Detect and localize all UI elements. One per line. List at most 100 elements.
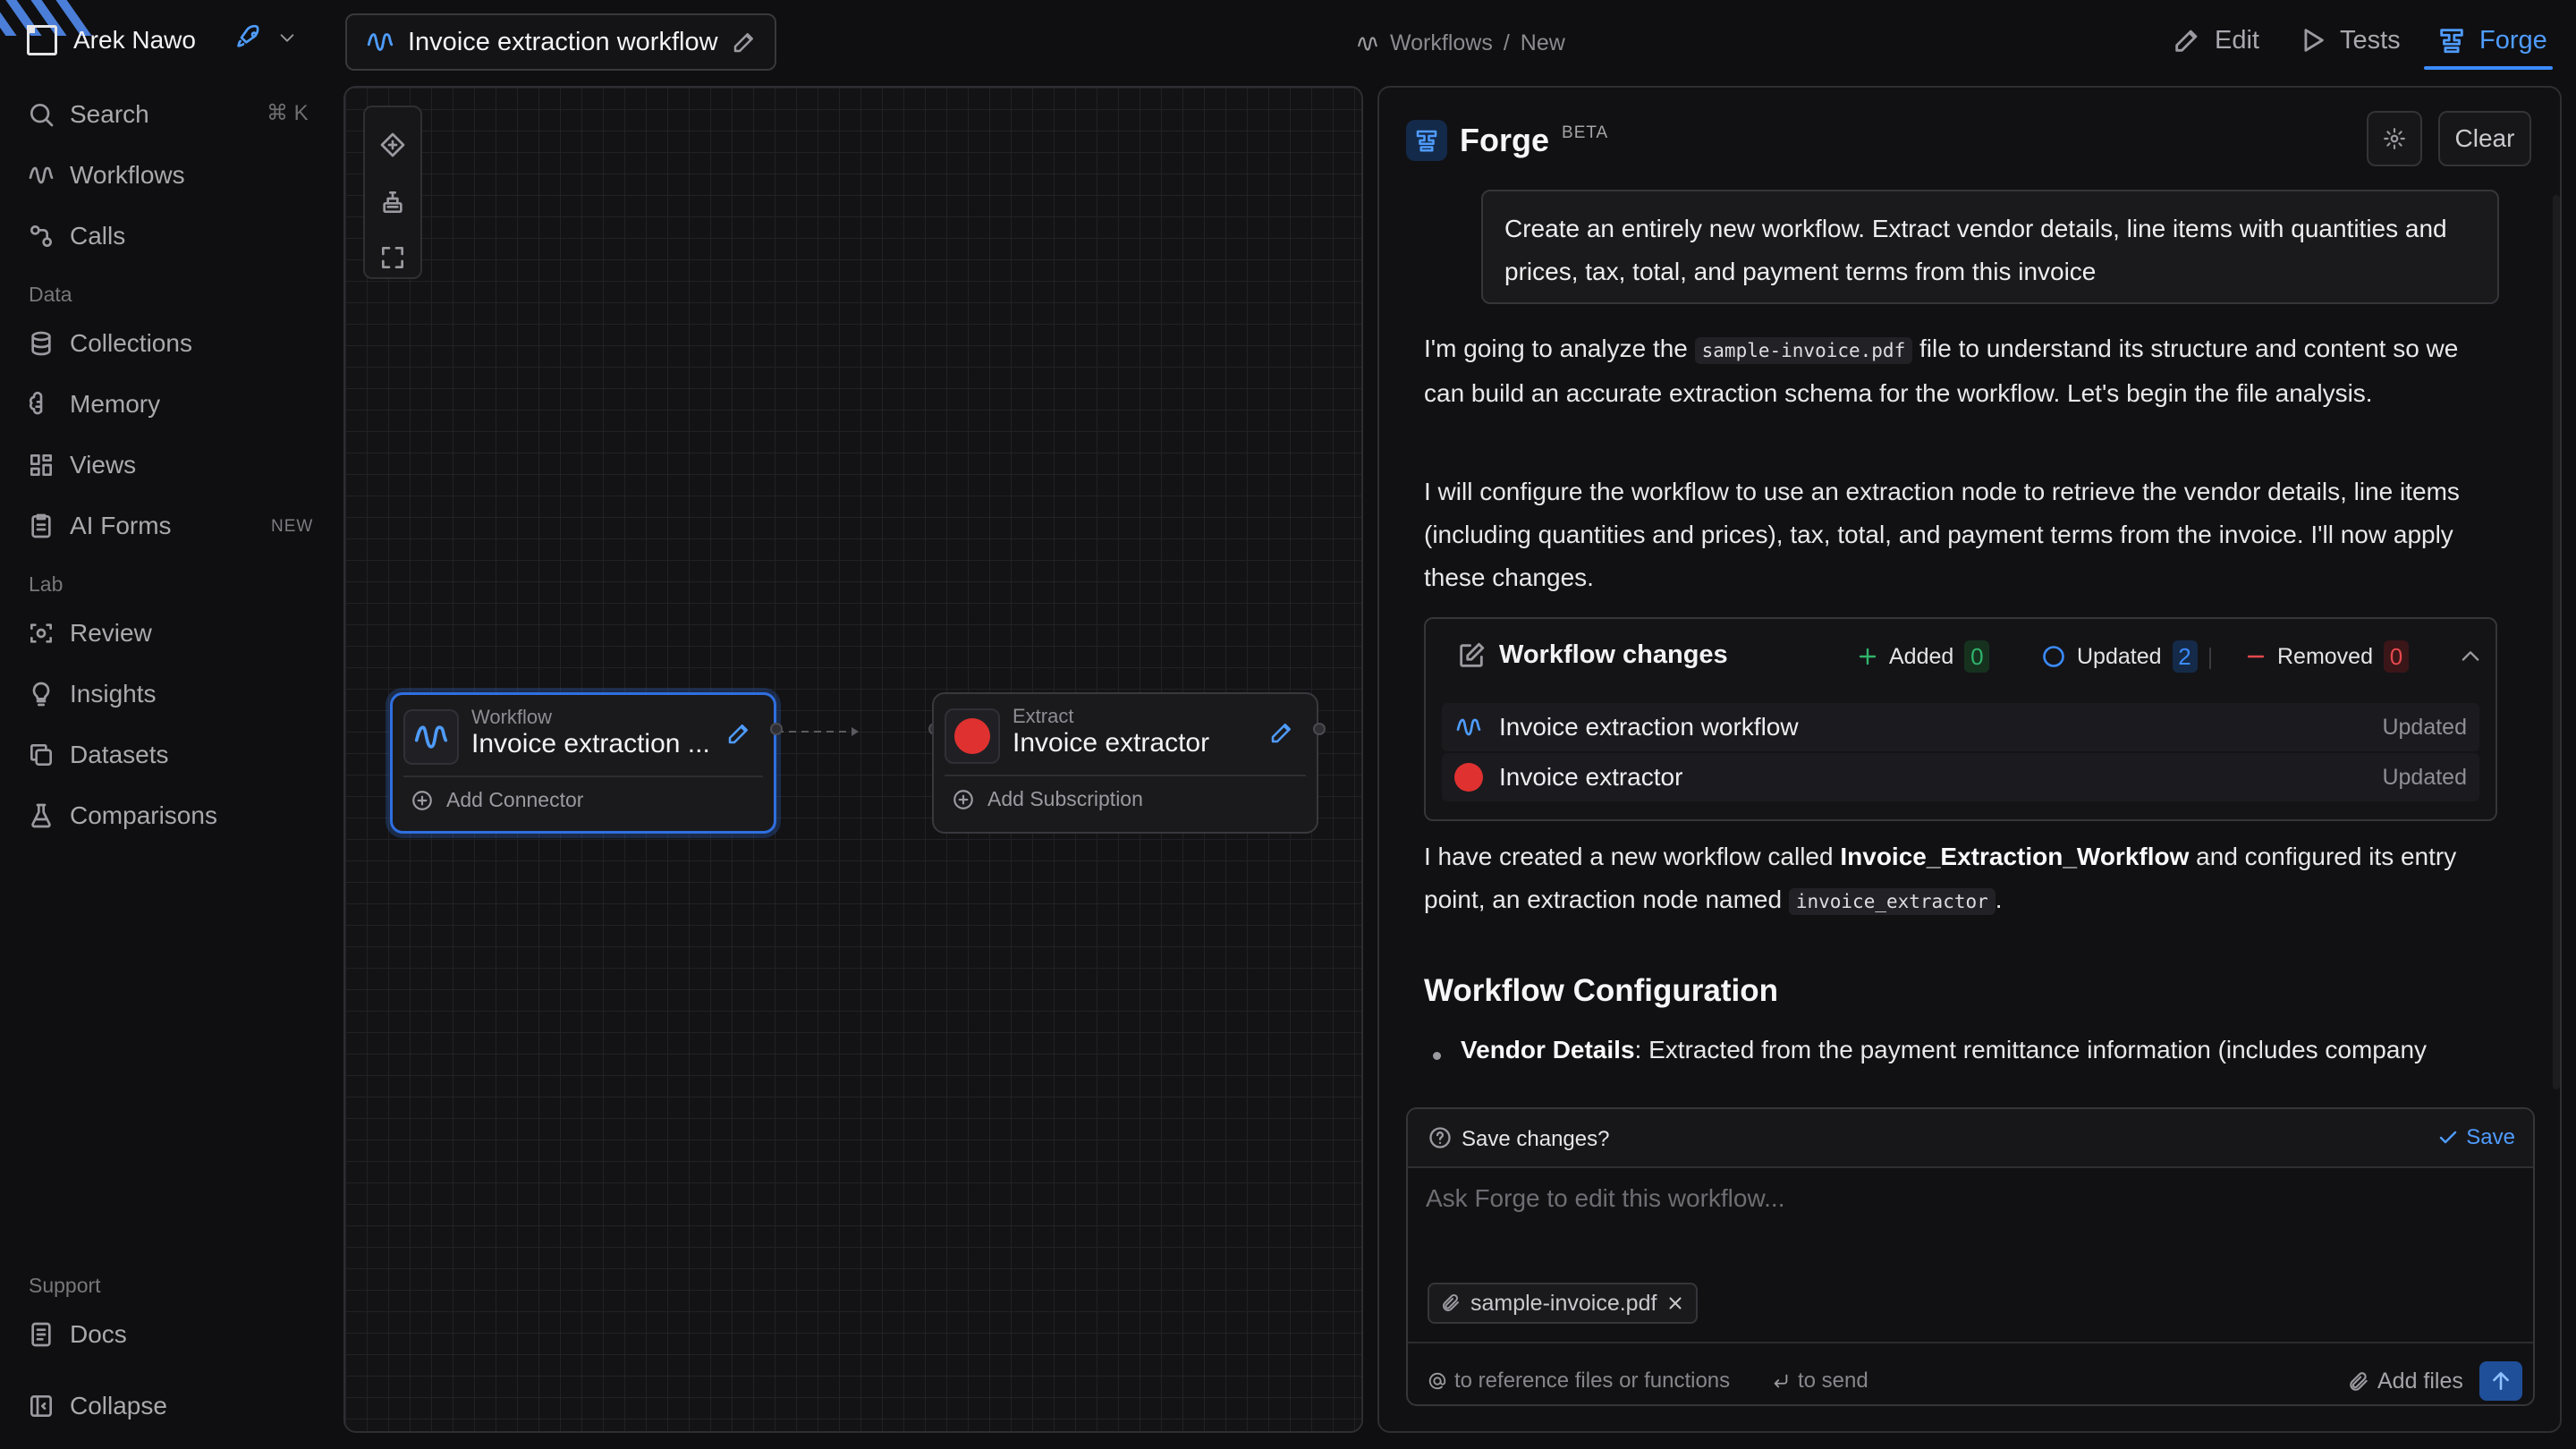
workflow-changes-header[interactable]: Workflow changes Added 0 Updated 2 Remov… (1426, 619, 2496, 694)
sidebar-item-views[interactable]: Views (27, 445, 136, 485)
play-icon (2297, 25, 2327, 55)
workspace-switcher[interactable] (234, 23, 297, 52)
workflow-icon (27, 161, 55, 190)
chat-composer: Save changes? Save Ask Forge to edit thi… (1406, 1107, 2535, 1406)
node-divider (945, 775, 1306, 776)
sidebar: Arek Nawo Search ⌘ K Workflows Calls Dat… (0, 0, 331, 1449)
sidebar-item-datasets[interactable]: Datasets (27, 735, 169, 775)
clear-button[interactable]: Clear (2438, 111, 2531, 166)
updated-stat: Updated 2 (2041, 640, 2198, 673)
user-name: Arek Nawo (73, 26, 196, 54)
node-type: Workflow (471, 706, 553, 728)
enter-icon (1771, 1371, 1791, 1391)
settings-button[interactable] (2367, 111, 2422, 166)
extract-status-icon (945, 708, 1000, 764)
chat-scrollbar[interactable] (2553, 195, 2560, 1089)
tab-label: Tests (2340, 25, 2401, 55)
chevron-down-icon (277, 28, 297, 47)
attachment-name: sample-invoice.pdf (1470, 1290, 1657, 1316)
sidebar-item-comparisons[interactable]: Comparisons (27, 796, 217, 835)
sidebar-item-calls[interactable]: Calls (27, 216, 125, 256)
change-status: Updated (2382, 764, 2467, 790)
flask-icon (27, 801, 55, 830)
tab-forge[interactable]: Forge (2436, 25, 2547, 55)
sidebar-item-docs[interactable]: Docs (27, 1315, 127, 1354)
remove-attachment-icon[interactable] (1665, 1293, 1685, 1313)
sidebar-item-label: Calls (70, 222, 126, 250)
collapse-button[interactable]: Collapse (27, 1386, 167, 1426)
minus-icon (2245, 646, 2267, 667)
pencil-icon (2172, 25, 2202, 55)
added-count: 0 (1964, 640, 1990, 673)
bullet-bold: Vendor Details (1461, 1036, 1635, 1063)
extract-node[interactable]: Extract Invoice extractor Add Subscripti… (932, 692, 1318, 834)
database-icon (27, 329, 55, 358)
sidebar-item-insights[interactable]: Insights (27, 674, 157, 714)
sidebar-item-label: Collections (70, 329, 192, 357)
workflow-title: Invoice extraction workflow (408, 27, 718, 56)
hint-text: to reference files or functions (1454, 1368, 1731, 1393)
sidebar-item-collections[interactable]: Collections (27, 324, 192, 363)
section-label-support: Support (29, 1274, 101, 1297)
workflow-title-pill[interactable]: Invoice extraction workflow (345, 13, 776, 71)
node-footer-label: Add Subscription (987, 787, 1143, 810)
workflow-icon (1454, 713, 1483, 741)
chevron-up-icon[interactable] (2458, 644, 2483, 669)
edit-node-icon[interactable] (725, 720, 752, 747)
attachment-chip[interactable]: sample-invoice.pdf (1428, 1283, 1699, 1324)
breadcrumb-separator: / (1503, 30, 1510, 55)
workflow-node[interactable]: Workflow Invoice extraction ... Add Conn… (390, 692, 776, 834)
output-port[interactable] (1313, 723, 1326, 735)
node-name: Invoice extractor (1013, 728, 1210, 758)
document-icon (27, 1320, 55, 1349)
sidebar-item-search[interactable]: Search (27, 95, 149, 134)
sidebar-item-label: AI Forms (70, 512, 172, 539)
workflow-changes-card: Workflow changes Added 0 Updated 2 Remov… (1424, 617, 2497, 821)
change-name: Invoice extractor (1499, 763, 1683, 791)
change-row[interactable]: Invoice extraction workflow Updated (1442, 703, 2479, 751)
stat-divider (2209, 648, 2211, 669)
edit-title-icon[interactable] (731, 29, 758, 55)
sidebar-item-memory[interactable]: Memory (27, 385, 160, 424)
save-button[interactable]: Save (2437, 1125, 2515, 1150)
updated-label: Updated (2077, 643, 2162, 669)
section-heading: Workflow Configuration (1424, 973, 1778, 1008)
active-tab-indicator (2424, 66, 2553, 70)
add-files-button[interactable]: Add files (2347, 1368, 2463, 1394)
edit-node-icon[interactable] (1268, 719, 1295, 746)
paperclip-icon (1440, 1292, 1462, 1314)
assistant-message: I have created a new workflow called Inv… (1424, 835, 2497, 923)
output-port[interactable] (770, 723, 783, 735)
node-connection-edge (776, 727, 859, 736)
add-subscription-button[interactable]: Add Subscription (952, 787, 1143, 811)
workflow-canvas[interactable]: Workflow Invoice extraction ... Add Conn… (343, 86, 1363, 1433)
message-text: I will configure the workflow to use an … (1424, 478, 2460, 591)
sidebar-item-review[interactable]: Review (27, 614, 152, 653)
change-row[interactable]: Invoice extractor Updated (1442, 753, 2479, 801)
forge-icon (1406, 120, 1447, 161)
workspace-brand[interactable]: Arek Nawo (27, 25, 196, 55)
fit-view-icon[interactable] (378, 243, 407, 272)
tab-tests[interactable]: Tests (2297, 25, 2401, 55)
plus-circle-icon (952, 788, 975, 811)
tab-label: Forge (2479, 25, 2547, 55)
workflow-icon (365, 27, 395, 57)
section-label-data: Data (29, 283, 72, 306)
send-button[interactable] (2479, 1361, 2522, 1401)
chat-input[interactable]: Ask Forge to edit this workflow... (1426, 1184, 2508, 1265)
add-connector-button[interactable]: Add Connector (411, 788, 583, 812)
sidebar-item-label: Search (70, 100, 149, 128)
search-shortcut: ⌘ K (267, 101, 309, 125)
check-icon (2437, 1127, 2459, 1148)
breadcrumb: Workflows / New (1356, 30, 1565, 56)
breadcrumb-workflows[interactable]: Workflows (1390, 30, 1493, 56)
sidebar-item-workflows[interactable]: Workflows (27, 156, 185, 195)
add-node-icon[interactable] (378, 131, 407, 159)
tab-edit[interactable]: Edit (2172, 25, 2259, 55)
tab-label: Edit (2215, 25, 2259, 55)
collapse-label: Collapse (70, 1392, 167, 1419)
sidebar-item-ai-forms[interactable]: AI Forms (27, 506, 172, 546)
node-footer-label: Add Connector (446, 788, 584, 811)
search-icon (27, 100, 55, 129)
auto-layout-icon[interactable] (378, 188, 407, 216)
